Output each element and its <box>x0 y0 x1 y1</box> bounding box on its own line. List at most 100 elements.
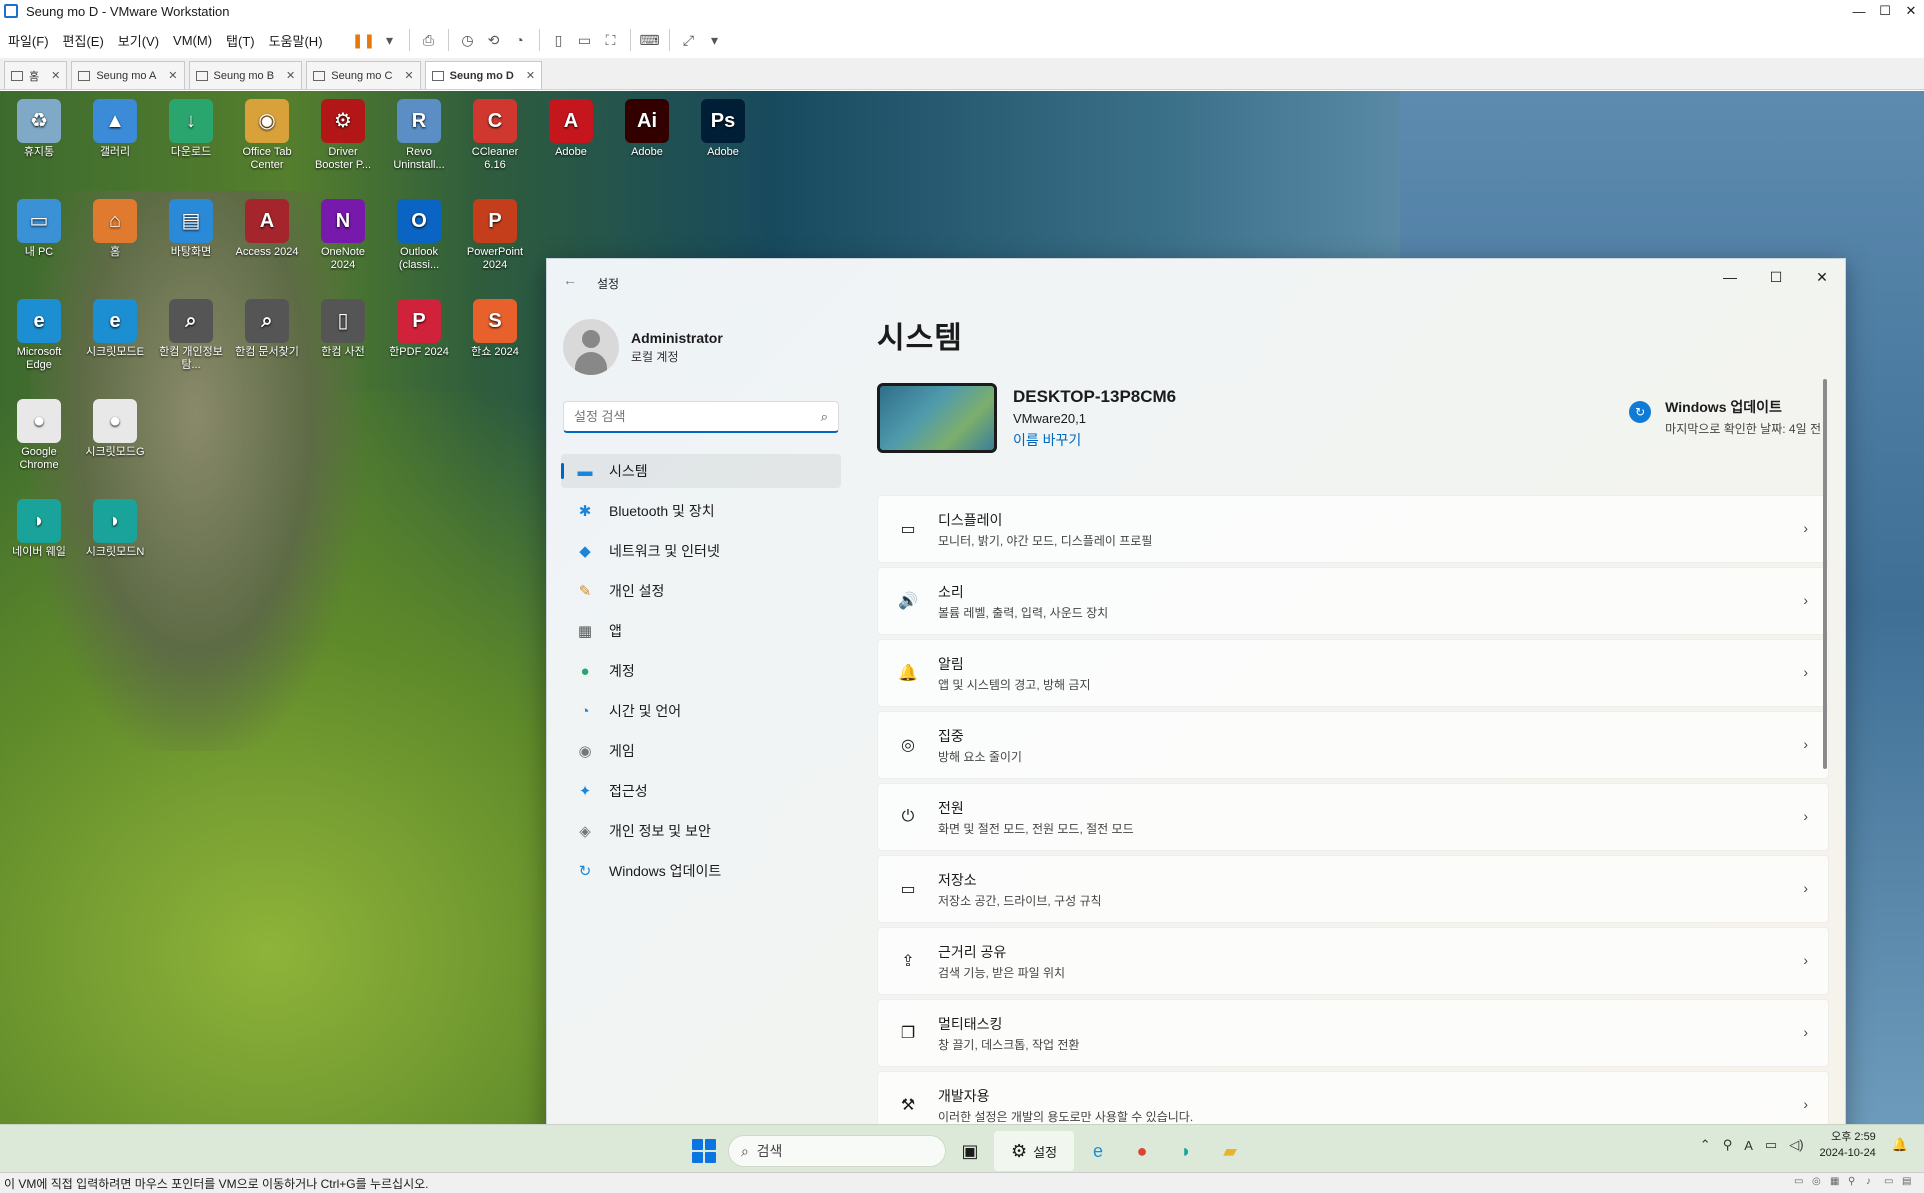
close-tab-icon[interactable]: ✕ <box>51 69 60 82</box>
desktop-icon[interactable]: P 한PDF 2024 <box>384 293 454 359</box>
thumbnail-bar-icon[interactable]: ▭ <box>572 27 598 53</box>
file-explorer-icon[interactable]: ▰ <box>1210 1131 1250 1171</box>
maximize-button[interactable]: ☐ <box>1872 0 1898 22</box>
nav-item[interactable]: ◈ 개인 정보 및 보안 <box>561 814 841 848</box>
nav-item[interactable]: ◔ 시간 및 언어 <box>561 694 841 728</box>
wallpaper-thumbnail[interactable] <box>877 383 997 453</box>
revert-snapshot-icon[interactable]: ⟲ <box>481 27 507 53</box>
close-button[interactable]: ✕ <box>1898 0 1924 22</box>
ime-icon[interactable]: A <box>1744 1138 1753 1153</box>
clock[interactable]: 오후 2:59 2024-10-24 <box>1820 1129 1876 1161</box>
rename-link[interactable]: 이름 바꾸기 <box>1013 430 1176 450</box>
taskbar-search[interactable]: ⌕ 검색 <box>728 1135 946 1167</box>
desktop-icon[interactable]: ◗ 네이버 웨일 <box>4 493 74 559</box>
desktop-icon[interactable]: ◗ 시크릿모드N <box>80 493 150 559</box>
settings-card[interactable]: 🔊 소리 볼륨 레벨, 출력, 입력, 사운드 장치 › <box>877 567 1829 635</box>
desktop-icon[interactable]: N OneNote 2024 <box>308 193 378 272</box>
desktop-icon[interactable]: Ps Adobe <box>688 93 758 159</box>
desktop-icon[interactable]: ⌕ 한컴 문서찾기 <box>232 293 302 359</box>
scrollbar-thumb[interactable] <box>1823 379 1827 769</box>
menu-edit[interactable]: 편집(E) <box>63 31 104 50</box>
desktop-icon[interactable]: A Access 2024 <box>232 193 302 259</box>
hdd-icon[interactable]: ▭ <box>1794 1176 1810 1190</box>
nav-item[interactable]: ✱ Bluetooth 및 장치 <box>561 494 841 528</box>
message-icon[interactable]: ▤ <box>1902 1176 1918 1190</box>
desktop-icon[interactable]: ⌂ 홈 <box>80 193 150 259</box>
chrome-icon[interactable]: ● <box>1122 1131 1162 1171</box>
chevron-up-icon[interactable]: ⌃ <box>1700 1137 1711 1153</box>
desktop-icon[interactable]: ↓ 다운로드 <box>156 93 226 159</box>
desktop-icon[interactable]: ◉ Office Tab Center <box>232 93 302 172</box>
close-tab-icon[interactable]: ✕ <box>526 69 535 82</box>
task-view-icon[interactable]: ▣ <box>950 1131 990 1171</box>
volume-icon[interactable]: ◁) <box>1789 1137 1803 1153</box>
desktop-icon[interactable]: ♻ 휴지통 <box>4 93 74 159</box>
desktop-icon[interactable]: S 한쇼 2024 <box>460 293 530 359</box>
display-icon[interactable]: ▭ <box>1884 1176 1900 1190</box>
dropdown-icon[interactable]: ▾ <box>377 27 403 53</box>
desktop-icon[interactable]: ● 시크릿모드G <box>80 393 150 459</box>
nav-item[interactable]: ▦ 앱 <box>561 614 841 648</box>
settings-card[interactable]: ◎ 집중 방해 요소 줄이기 › <box>877 711 1829 779</box>
nav-item[interactable]: ✦ 접근성 <box>561 774 841 808</box>
desktop-icon[interactable]: ▯ 한컴 사전 <box>308 293 378 359</box>
network-adapter-icon[interactable]: ▦ <box>1830 1176 1846 1190</box>
tab-seung-mo-c[interactable]: Seung mo C ✕ <box>306 61 421 89</box>
console-view-icon[interactable]: ⌨ <box>637 27 663 53</box>
desktop-icon[interactable]: ▲ 갤러리 <box>80 93 150 159</box>
library-icon[interactable]: ▯ <box>546 27 572 53</box>
close-tab-icon[interactable]: ✕ <box>286 69 295 82</box>
desktop-icon[interactable]: Ai Adobe <box>612 93 682 159</box>
desktop-icon[interactable]: P PowerPoint 2024 <box>460 193 530 272</box>
desktop-icon[interactable]: R Revo Uninstall... <box>384 93 454 172</box>
network-icon[interactable]: ▭ <box>1765 1137 1777 1153</box>
desktop-icon[interactable]: C CCleaner 6.16 <box>460 93 530 172</box>
settings-card[interactable]: ▭ 디스플레이 모니터, 밝기, 야간 모드, 디스플레이 프로필 › <box>877 495 1829 563</box>
desktop-icon[interactable]: ⌕ 한컴 개인정보탐... <box>156 293 226 372</box>
nav-item[interactable]: ● 계정 <box>561 654 841 688</box>
close-tab-icon[interactable]: ✕ <box>404 69 413 82</box>
menu-tabs[interactable]: 탭(T) <box>226 31 255 50</box>
tab-seung-mo-d[interactable]: Seung mo D ✕ <box>424 61 543 89</box>
user-profile[interactable]: Administrator 로컬 계정 <box>563 319 723 375</box>
fullscreen-icon[interactable]: ⛶ <box>598 27 624 53</box>
desktop-icon[interactable]: e 시크릿모드E <box>80 293 150 359</box>
menu-file[interactable]: 파일(F) <box>8 31 49 50</box>
nav-item[interactable]: ◉ 게임 <box>561 734 841 768</box>
taskbar-settings-app[interactable]: ⚙ 설정 <box>994 1131 1074 1171</box>
whale-icon[interactable]: ◗ <box>1166 1131 1206 1171</box>
desktop-icon[interactable]: ⚙ Driver Booster P... <box>308 93 378 172</box>
settings-search-input[interactable] <box>574 409 821 424</box>
edge-icon[interactable]: e <box>1078 1131 1118 1171</box>
menu-help[interactable]: 도움말(H) <box>269 31 323 50</box>
scrollbar[interactable] <box>1823 369 1827 1124</box>
settings-card[interactable]: ⏻ 전원 화면 및 절전 모드, 전원 모드, 절전 모드 › <box>877 783 1829 851</box>
usb-device-icon[interactable]: ⚲ <box>1848 1176 1864 1190</box>
tab-seung-mo-a[interactable]: Seung mo A ✕ <box>71 61 185 89</box>
cd-icon[interactable]: ◎ <box>1812 1176 1828 1190</box>
nav-item[interactable]: ↻ Windows 업데이트 <box>561 854 841 888</box>
menu-vm[interactable]: VM(M) <box>173 33 212 48</box>
snapshot-manager-icon[interactable]: ◔ <box>507 27 533 53</box>
start-button[interactable] <box>686 1133 722 1169</box>
tab-seung-mo-b[interactable]: Seung mo B ✕ <box>188 61 303 89</box>
settings-search[interactable]: ⌕ <box>563 401 839 433</box>
snapshot-icon[interactable]: ◷ <box>455 27 481 53</box>
settings-card[interactable]: 🔔 알림 앱 및 시스템의 경고, 방해 금지 › <box>877 639 1829 707</box>
settings-card[interactable]: ▭ 저장소 저장소 공간, 드라이브, 구성 규칙 › <box>877 855 1829 923</box>
desktop-icon[interactable]: A Adobe <box>536 93 606 159</box>
stretch-guest-icon[interactable]: ⤢ <box>676 27 702 53</box>
nav-item[interactable]: ◆ 네트워크 및 인터넷 <box>561 534 841 568</box>
desktop-icon[interactable]: ▤ 바탕화면 <box>156 193 226 259</box>
sound-card-icon[interactable]: ♪ <box>1866 1176 1882 1190</box>
back-arrow-icon[interactable]: ← <box>563 272 577 288</box>
minimize-button[interactable]: — <box>1846 0 1872 22</box>
nav-item[interactable]: ▬ 시스템 <box>561 454 841 488</box>
menu-view[interactable]: 보기(V) <box>118 31 159 50</box>
desktop-icon[interactable]: O Outlook (classi... <box>384 193 454 272</box>
usb-icon[interactable]: ⚲ <box>1723 1137 1733 1153</box>
send-ctrl-alt-del-icon[interactable]: ⎙ <box>416 27 442 53</box>
settings-card[interactable]: ⇪ 근거리 공유 검색 기능, 받은 파일 위치 › <box>877 927 1829 995</box>
desktop-icon[interactable]: ● Google Chrome <box>4 393 74 472</box>
settings-card[interactable]: ⚒ 개발자용 이러한 설정은 개발의 용도로만 사용할 수 있습니다. › <box>877 1071 1829 1124</box>
